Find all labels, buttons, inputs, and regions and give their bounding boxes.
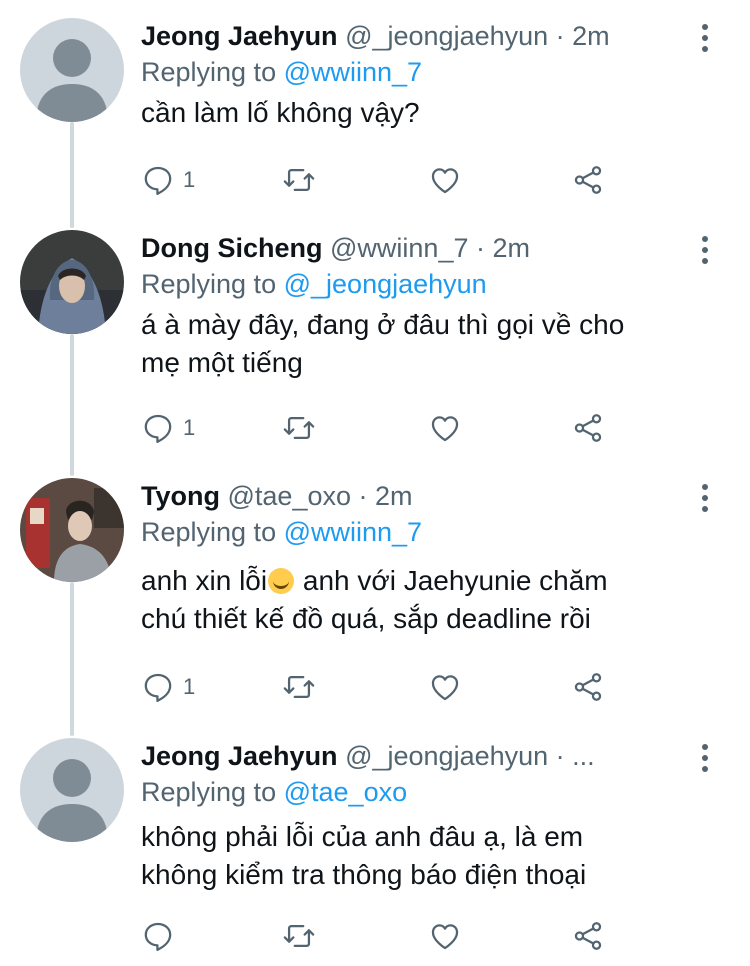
replying-prefix: Replying to [141, 777, 277, 807]
avatar[interactable] [20, 478, 124, 582]
tweet-text: không phải lỗi của anh đâu ạ, là em khôn… [141, 818, 690, 894]
replying-to: Replying to @_jeongjaehyun [141, 268, 690, 300]
avatar[interactable] [20, 18, 124, 122]
retweet-icon [283, 924, 315, 948]
tweet-text-line: không phải lỗi của anh đâu ạ, là em [141, 821, 584, 852]
share-icon [574, 673, 602, 701]
more-icon[interactable] [700, 236, 710, 264]
tweet-actions: 1 [141, 160, 611, 200]
share-icon [574, 922, 602, 950]
like-icon [431, 675, 459, 701]
retweet-icon [283, 675, 315, 699]
tweet-text-line: không kiểm tra thông báo điện thoại [141, 859, 587, 890]
grinning-sweat-emoji-icon [268, 568, 295, 594]
user-handle[interactable]: @_jeongjaehyun [345, 741, 548, 771]
display-name[interactable]: Jeong Jaehyun [141, 21, 338, 51]
user-handle[interactable]: @wwiinn_7 [330, 233, 468, 263]
reply-count: 1 [183, 415, 196, 440]
tweet[interactable]: Tyong @tae_oxo · 2m Replying to @wwiinn_… [0, 460, 750, 720]
avatar[interactable] [20, 738, 124, 842]
retweet-button[interactable] [281, 916, 317, 956]
reply-icon [144, 673, 172, 703]
default-avatar-icon [20, 738, 124, 842]
tweet[interactable]: Dong Sicheng @wwiinn_7 · 2m Replying to … [0, 212, 750, 460]
tweet-header: Jeong Jaehyun @_jeongjaehyun · ... [141, 740, 690, 772]
user-handle[interactable]: @_jeongjaehyun [345, 21, 548, 51]
display-name[interactable]: Dong Sicheng [141, 233, 323, 263]
reply-button[interactable]: 1 [141, 160, 195, 200]
tweet-text: cần làm lố không vậy? [141, 94, 690, 132]
tweet-actions: 1 [141, 667, 611, 707]
tweet-actions [141, 916, 611, 956]
reply-button[interactable]: 1 [141, 408, 195, 448]
replying-handle-link[interactable]: @_jeongjaehyun [284, 269, 487, 299]
timestamp[interactable]: · ... [556, 741, 595, 771]
like-button[interactable] [428, 667, 462, 707]
more-icon[interactable] [700, 484, 710, 512]
retweet-button[interactable] [281, 667, 317, 707]
more-icon[interactable] [700, 744, 710, 772]
share-button[interactable] [571, 667, 605, 707]
user-handle[interactable]: @tae_oxo [228, 481, 352, 511]
replying-to: Replying to @tae_oxo [141, 776, 690, 808]
like-button[interactable] [428, 160, 462, 200]
tweet-header: Tyong @tae_oxo · 2m [141, 480, 690, 512]
hooded-person-photo-icon [20, 230, 124, 334]
retweet-icon [283, 416, 315, 440]
display-name[interactable]: Jeong Jaehyun [141, 741, 338, 771]
retweet-button[interactable] [281, 160, 317, 200]
like-button[interactable] [428, 408, 462, 448]
replying-handle-link[interactable]: @wwiinn_7 [284, 517, 422, 547]
tweet-text-line: cần làm lố không vậy? [141, 97, 420, 128]
replying-prefix: Replying to [141, 57, 277, 87]
share-icon [574, 166, 602, 194]
reply-icon [144, 166, 172, 196]
more-icon[interactable] [700, 24, 710, 52]
like-button[interactable] [428, 916, 462, 956]
tweet-text-line: á à mày đây, đang ở đâu thì gọi về cho [141, 309, 625, 340]
tweet-text-line: chú thiết kế đồ quá, sắp deadline rồi [141, 603, 591, 634]
tweet-text-segment: anh với Jaehyunie chăm [295, 565, 608, 596]
tweet-text: á à mày đây, đang ở đâu thì gọi về cho m… [141, 306, 690, 382]
retweet-button[interactable] [281, 408, 317, 448]
timestamp[interactable]: · 2m [359, 481, 413, 511]
tweet-header: Dong Sicheng @wwiinn_7 · 2m [141, 232, 690, 264]
tweet-text: anh xin lỗi anh với Jaehyunie chăm chú t… [141, 562, 690, 638]
like-icon [431, 416, 459, 442]
tweet-text-segment: anh xin lỗi [141, 565, 268, 596]
timestamp[interactable]: · 2m [556, 21, 610, 51]
like-icon [431, 924, 459, 950]
tweet-text-line: anh xin lỗi anh với Jaehyunie chăm [141, 562, 690, 600]
timestamp[interactable]: · 2m [476, 233, 530, 263]
replying-to: Replying to @wwiinn_7 [141, 516, 690, 548]
replying-handle-link[interactable]: @wwiinn_7 [284, 57, 422, 87]
retweet-icon [283, 168, 315, 192]
reply-icon [144, 414, 172, 444]
display-name[interactable]: Tyong [141, 481, 220, 511]
replying-prefix: Replying to [141, 269, 277, 299]
tweet-text-line: mẹ một tiếng [141, 347, 303, 378]
like-icon [431, 168, 459, 194]
default-avatar-icon [20, 18, 124, 122]
reply-button[interactable] [141, 916, 183, 956]
avatar[interactable] [20, 230, 124, 334]
share-button[interactable] [571, 916, 605, 956]
share-button[interactable] [571, 408, 605, 448]
replying-prefix: Replying to [141, 517, 277, 547]
tweet-header: Jeong Jaehyun @_jeongjaehyun · 2m [141, 20, 690, 52]
tweet[interactable]: Jeong Jaehyun @_jeongjaehyun · 2m Replyi… [0, 0, 750, 212]
share-icon [574, 414, 602, 442]
replying-to: Replying to @wwiinn_7 [141, 56, 690, 88]
reply-icon [144, 922, 172, 952]
person-photo-icon [20, 478, 124, 582]
share-button[interactable] [571, 160, 605, 200]
replying-handle-link[interactable]: @tae_oxo [284, 777, 408, 807]
tweet-actions: 1 [141, 408, 611, 448]
reply-count: 1 [183, 167, 196, 192]
reply-count: 1 [183, 674, 196, 699]
reply-button[interactable]: 1 [141, 667, 195, 707]
tweet[interactable]: Jeong Jaehyun @_jeongjaehyun · ... Reply… [0, 720, 750, 966]
